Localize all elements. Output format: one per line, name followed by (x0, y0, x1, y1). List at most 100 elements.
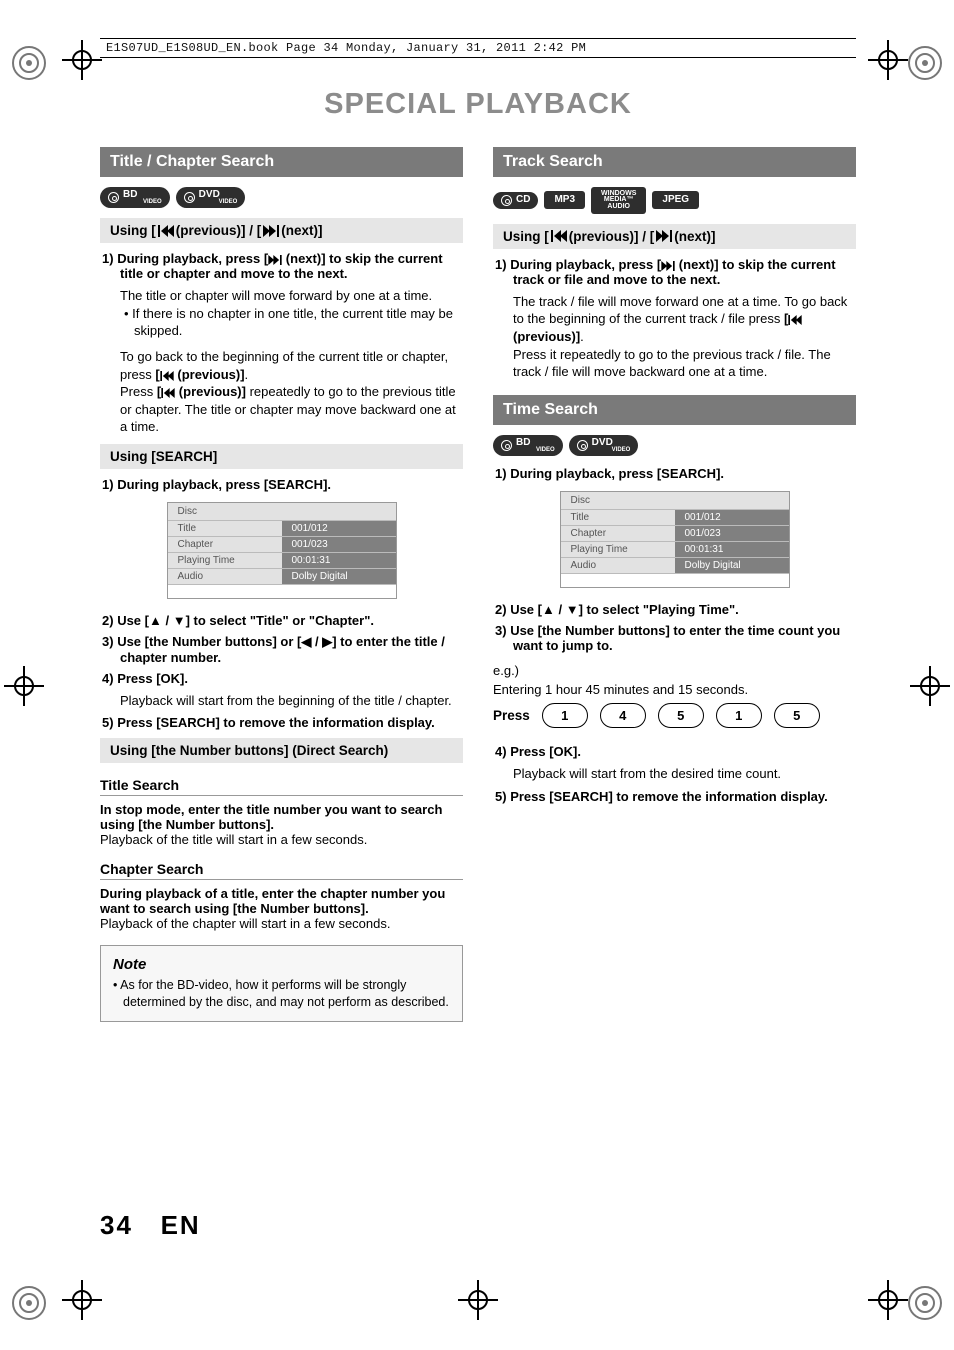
prev-icon (788, 315, 802, 325)
badge-bd-video: BDVIDEO (100, 187, 170, 208)
right-column: Track Search CD MP3 WINDOWSMEDIA™AUDIO J… (493, 147, 856, 1022)
eg-label: e.g.) (493, 663, 856, 678)
step-1-goback: To go back to the beginning of the curre… (120, 348, 463, 383)
track-step-1-sub: The track / file will move forward one a… (513, 293, 856, 346)
prev-icon (160, 371, 174, 381)
prev-icon (161, 388, 175, 398)
page-lang: EN (161, 1210, 201, 1240)
next-icon (263, 225, 279, 237)
track-step-1: 1) During playback, press [ (next)] to s… (493, 257, 856, 287)
subhead-prev-next: Using [ (previous)] / [ (next)] (493, 224, 856, 249)
crop-cross-icon (62, 40, 102, 80)
right-icon: ▶ (322, 634, 332, 649)
time-step-2: 2) Use [▲ / ▼] to select "Playing Time". (493, 602, 856, 617)
osd-row: Title001/012 (561, 509, 789, 525)
osd-row: AudioDolby Digital (168, 568, 396, 584)
osd-row: Chapter001/023 (561, 525, 789, 541)
reg-mark-icon (902, 1280, 948, 1326)
step-1-repeat: Press [ (previous)] repeatedly to go to … (120, 383, 463, 436)
left-column: Title / Chapter Search BDVIDEO DVDVIDEO … (100, 147, 463, 1022)
media-badges: BDVIDEO DVDVIDEO (493, 435, 856, 456)
section-time-search: Time Search (493, 395, 856, 425)
up-icon: ▲ (149, 613, 162, 628)
track-step-1-repeat: Press it repeatedly to go to the previou… (513, 346, 856, 381)
step-1: 1) During playback, press [ (next)] to s… (100, 251, 463, 281)
osd-row: Chapter001/023 (168, 536, 396, 552)
media-badges: CD MP3 WINDOWSMEDIA™AUDIO JPEG (493, 187, 856, 214)
reg-mark-icon (902, 40, 948, 86)
note-heading: Note (113, 956, 450, 973)
osd-row: Playing Time00:01:31 (561, 541, 789, 557)
reg-mark-icon (6, 40, 52, 86)
key-button: 5 (658, 703, 704, 728)
next-icon (656, 230, 672, 242)
media-badges: BDVIDEO DVDVIDEO (100, 187, 463, 208)
eg-line: Entering 1 hour 45 minutes and 15 second… (493, 682, 856, 697)
time-step-3: 3) Use [the Number buttons] to enter the… (493, 623, 856, 653)
book-header-line: E1S07UD_E1S08UD_EN.book Page 34 Monday, … (100, 38, 856, 58)
chapter-search-heading: Chapter Search (100, 861, 463, 880)
subhead-prev-next: Using [ (previous)] / [ (next)] (100, 218, 463, 243)
osd-row: Title001/012 (168, 520, 396, 536)
section-title-chapter: Title / Chapter Search (100, 147, 463, 177)
badge-jpeg: JPEG (652, 191, 699, 209)
key-button: 1 (542, 703, 588, 728)
crop-cross-icon (868, 40, 908, 80)
section-track-search: Track Search (493, 147, 856, 177)
key-button: 1 (716, 703, 762, 728)
step-1-bullet: • If there is no chapter in one title, t… (134, 305, 463, 340)
badge-bd-video: BDVIDEO (493, 435, 563, 456)
search-step-4-sub: Playback will start from the beginning o… (120, 692, 463, 710)
page-title: SPECIAL PLAYBACK (100, 88, 856, 121)
osd-row: Playing Time00:01:31 (168, 552, 396, 568)
press-label: Press (493, 708, 530, 723)
subhead-search: Using [SEARCH] (100, 444, 463, 469)
title-search-bold: In stop mode, enter the title number you… (100, 802, 463, 832)
crop-cross-icon (868, 1280, 908, 1320)
time-step-1: 1) During playback, press [SEARCH]. (493, 466, 856, 481)
prev-icon (551, 230, 567, 242)
time-step-4-sub: Playback will start from the desired tim… (513, 765, 856, 783)
note-body: • As for the BD-video, how it performs w… (123, 977, 450, 1011)
chapter-search-bold: During playback of a title, enter the ch… (100, 886, 463, 916)
key-button: 4 (600, 703, 646, 728)
search-step-3: 3) Use [the Number buttons] or [◀ / ▶] t… (100, 634, 463, 665)
subhead-direct-search: Using [the Number buttons] (Direct Searc… (100, 738, 463, 763)
page-number: 34 (100, 1210, 133, 1240)
crop-cross-icon (910, 666, 950, 706)
down-icon: ▼ (173, 613, 186, 628)
osd-header: Disc (561, 492, 789, 509)
down-icon: ▼ (566, 602, 579, 617)
up-icon: ▲ (542, 602, 555, 617)
crop-cross-icon (4, 666, 44, 706)
next-icon (268, 255, 282, 265)
time-step-5: 5) Press [SEARCH] to remove the informat… (493, 789, 856, 804)
title-search-heading: Title Search (100, 777, 463, 796)
badge-cd: CD (493, 192, 538, 209)
page-footer: 34 EN (100, 1210, 201, 1241)
search-step-5: 5) Press [SEARCH] to remove the informat… (100, 715, 463, 730)
osd-header: Disc (168, 503, 396, 520)
osd-row: AudioDolby Digital (561, 557, 789, 573)
crop-cross-icon (62, 1280, 102, 1320)
note-box: Note • As for the BD-video, how it perfo… (100, 945, 463, 1022)
press-keys-row: Press 1 4 5 1 5 (493, 703, 856, 728)
key-button: 5 (774, 703, 820, 728)
osd-panel: Disc Title001/012 Chapter001/023 Playing… (560, 491, 790, 588)
osd-panel: Disc Title001/012 Chapter001/023 Playing… (167, 502, 397, 599)
badge-dvd-video: DVDVIDEO (176, 187, 246, 208)
prev-icon (158, 225, 174, 237)
title-search-line: Playback of the title will start in a fe… (100, 832, 463, 847)
left-icon: ◀ (301, 634, 311, 649)
next-icon (661, 261, 675, 271)
chapter-search-line: Playback of the chapter will start in a … (100, 916, 463, 931)
badge-mp3: MP3 (544, 191, 585, 209)
badge-dvd-video: DVDVIDEO (569, 435, 639, 456)
search-step-4: 4) Press [OK]. (100, 671, 463, 686)
search-step-2: 2) Use [▲ / ▼] to select "Title" or "Cha… (100, 613, 463, 628)
time-step-4: 4) Press [OK]. (493, 744, 856, 759)
reg-mark-icon (6, 1280, 52, 1326)
search-step-1: 1) During playback, press [SEARCH]. (100, 477, 463, 492)
badge-wma: WINDOWSMEDIA™AUDIO (591, 187, 646, 214)
step-1-sub: The title or chapter will move forward b… (120, 287, 463, 305)
